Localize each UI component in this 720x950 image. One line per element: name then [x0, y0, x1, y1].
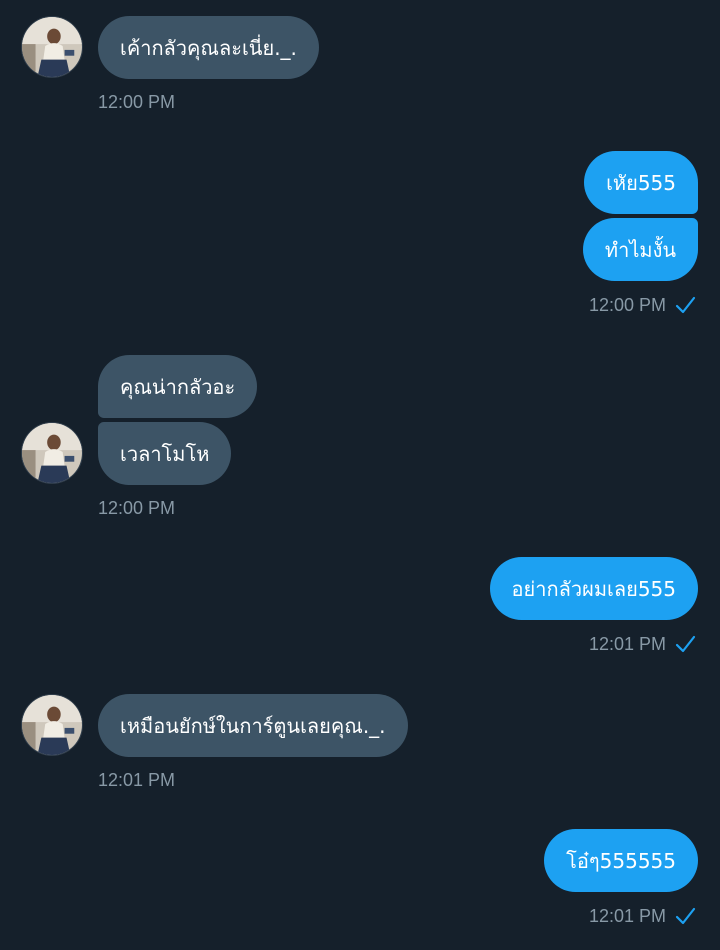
message-text: คุณน่ากลัวอะ	[120, 374, 236, 399]
contact-avatar[interactable]	[21, 16, 83, 78]
contact-avatar[interactable]	[21, 694, 83, 756]
message-timestamp: 12:00 PM	[98, 498, 176, 518]
message-text: เค้ากลัวคุณละเนี่ย._.	[120, 35, 297, 60]
outgoing-meta: 12:01 PM	[589, 633, 696, 655]
message-text: เวลาโมโห	[120, 441, 210, 466]
message-text: ทำไมงั้น	[604, 237, 676, 262]
message-timestamp: 12:00 PM	[98, 92, 176, 112]
avatar-photo-icon	[22, 17, 82, 77]
message-timestamp: 12:01 PM	[98, 770, 176, 790]
check-icon	[675, 296, 696, 314]
incoming-message[interactable]: เค้ากลัวคุณละเนี่ย._.	[98, 16, 319, 79]
message-text: โอ๋ๆ555555	[566, 848, 676, 873]
incoming-message[interactable]: คุณน่ากลัวอะ	[98, 355, 258, 418]
avatar-photo-icon	[22, 695, 82, 755]
message-text: เหมือนยักษ์ในการ์ตูนเลยคุณ._.	[120, 713, 386, 738]
message-text: เหัย555	[606, 170, 676, 195]
message-timestamp: 12:00 PM	[588, 294, 666, 315]
outgoing-message[interactable]: อย่ากลัวผมเลย555	[489, 557, 698, 620]
incoming-message[interactable]: เหมือนยักษ์ในการ์ตูนเลยคุณ._.	[98, 694, 408, 757]
outgoing-message[interactable]: ทำไมงั้น	[582, 218, 698, 281]
outgoing-message[interactable]: เหัย555	[584, 151, 698, 214]
outgoing-meta: 12:01 PM	[589, 905, 696, 927]
message-text: อย่ากลัวผมเลย555	[511, 576, 676, 601]
conversation-thread: เค้ากลัวคุณละเนี่ย._. 12:00 PM เหัย555 ท…	[0, 0, 720, 950]
outgoing-message[interactable]: โอ๋ๆ555555	[544, 829, 698, 892]
message-timestamp: 12:01 PM	[588, 633, 666, 654]
message-timestamp: 12:01 PM	[588, 905, 666, 926]
avatar-photo-icon	[22, 423, 82, 483]
incoming-message[interactable]: เวลาโมโห	[98, 422, 232, 485]
outgoing-meta: 12:00 PM	[589, 294, 696, 316]
check-icon	[675, 907, 696, 925]
check-icon	[675, 635, 696, 653]
contact-avatar[interactable]	[21, 422, 83, 484]
